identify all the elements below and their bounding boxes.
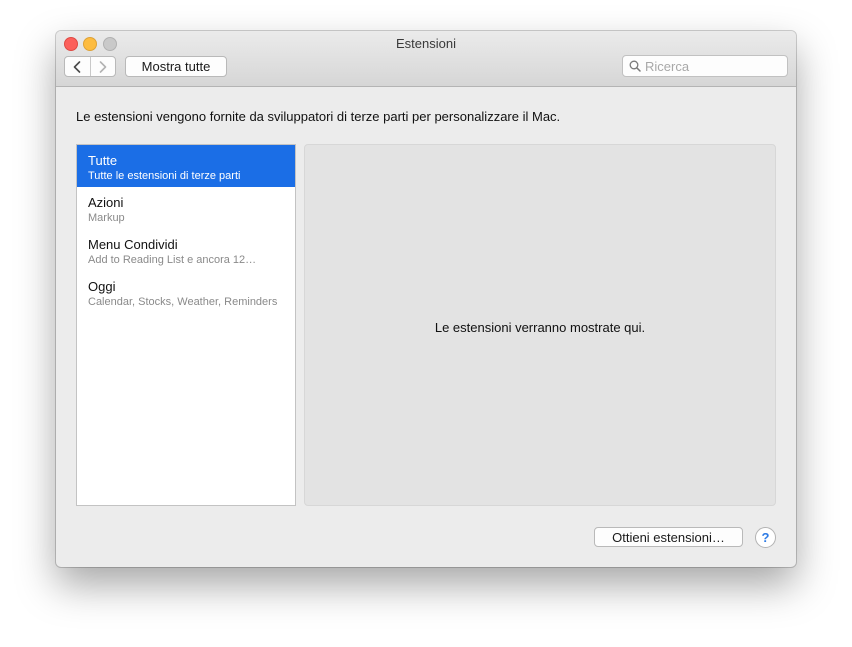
search-input[interactable] [645, 58, 783, 74]
list-item-title: Oggi [88, 279, 116, 294]
back-forward-group [64, 56, 116, 77]
search-icon [629, 60, 641, 72]
list-item-title: Tutte [88, 153, 118, 168]
extension-category-list: Tutte Tutte le estensioni di terze parti… [76, 144, 296, 506]
empty-placeholder-text: Le estensioni verranno mostrate qui. [434, 320, 646, 335]
get-extensions-button[interactable]: Ottieni estensioni… [594, 527, 743, 547]
search-field[interactable] [622, 55, 788, 77]
list-item-title: Azioni [88, 195, 124, 210]
list-item-subtitle: Calendar, Stocks, Weather, Reminders [88, 296, 278, 308]
list-item-oggi[interactable]: Oggi Calendar, Stocks, Weather, Reminder… [77, 271, 295, 313]
list-item-azioni[interactable]: Azioni Markup [77, 187, 295, 229]
show-all-button[interactable]: Mostra tutte [125, 56, 227, 77]
chevron-left-icon [73, 60, 81, 73]
list-item-subtitle: Markup [88, 212, 125, 224]
forward-button[interactable] [89, 57, 116, 76]
list-item-tutte[interactable]: Tutte Tutte le estensioni di terze parti [77, 145, 295, 187]
window-title: Estensioni [396, 36, 456, 51]
list-item-subtitle: Tutte le estensioni di terze parti [88, 170, 241, 182]
help-icon[interactable]: ? [755, 527, 776, 548]
back-button[interactable] [65, 57, 90, 76]
titlebar: Estensioni Mostra tutte [56, 31, 796, 87]
list-item-menu-condividi[interactable]: Menu Condividi Add to Reading List e anc… [77, 229, 295, 271]
list-item-title: Menu Condividi [88, 237, 178, 252]
chevron-right-icon [99, 60, 107, 73]
list-item-subtitle: Add to Reading List e ancora 12… [88, 254, 257, 266]
extensions-detail-pane: Le estensioni verranno mostrate qui. [304, 144, 776, 506]
description-text: Le estensioni vengono fornite da svilupp… [76, 109, 561, 124]
preferences-window: Estensioni Mostra tutte Le estensioni ve… [56, 31, 796, 567]
